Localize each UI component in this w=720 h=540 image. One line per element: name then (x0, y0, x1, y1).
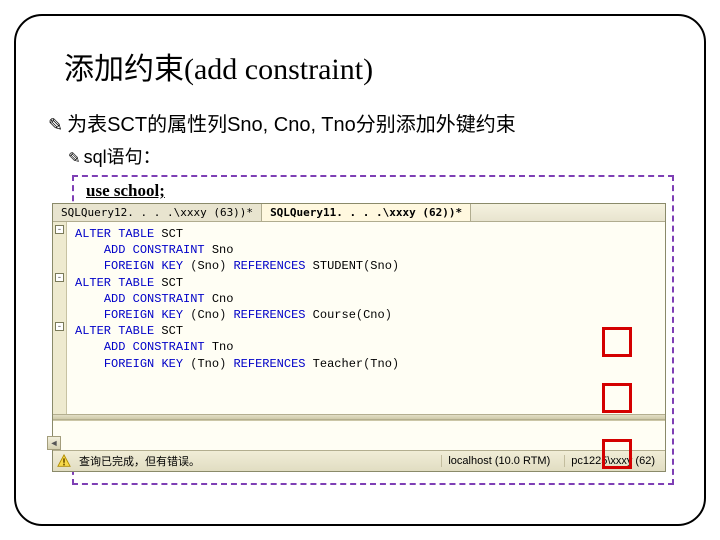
fold-icon[interactable]: - (55, 225, 64, 234)
code-editor[interactable]: - - - ALTER TABLE SCT ADD CONSTRAINT Sno… (53, 222, 665, 414)
status-host: localhost (10.0 RTM) (441, 455, 556, 467)
tab-bar: SQLQuery12. . . .\xxxy (63))* SQLQuery11… (53, 204, 665, 222)
highlight-box (602, 439, 632, 469)
code-gutter: - - - (53, 222, 67, 414)
bullet-main: ✎ 为表SCT的属性列Sno, Cno, Tno分别添加外键约束 (48, 108, 678, 137)
bullet-sub: ✎ sql语句： (68, 143, 678, 169)
status-bar: 查询已完成，但有错误。 localhost (10.0 RTM) pc1225\… (53, 450, 665, 471)
bullet-main-text: 为表SCT的属性列Sno, Cno, Tno分别添加外键约束 (67, 108, 516, 137)
tab-inactive[interactable]: SQLQuery12. . . .\xxxy (63))* (53, 204, 262, 221)
use-statement: use school; (86, 181, 666, 201)
code-region: use school; SQLQuery12. . . .\xxxy (63))… (72, 175, 674, 485)
highlight-box (602, 327, 632, 357)
slide-frame: 添加约束(add constraint) ✎ 为表SCT的属性列Sno, Cno… (14, 14, 706, 526)
fold-icon[interactable]: - (55, 322, 64, 331)
scroll-left-icon[interactable]: ◄ (47, 436, 61, 450)
sql-editor-window: SQLQuery12. . . .\xxxy (63))* SQLQuery11… (52, 203, 666, 472)
slide-title: 添加约束(add constraint) (64, 44, 678, 88)
highlight-box (602, 383, 632, 413)
bullet-marker-icon: ✎ (68, 149, 81, 167)
fold-icon[interactable]: - (55, 273, 64, 282)
status-message: 查询已完成，但有错误。 (79, 453, 200, 469)
bullet-marker-icon: ✎ (48, 115, 63, 136)
tab-active[interactable]: SQLQuery11. . . .\xxxy (62))* (262, 204, 471, 221)
code-lines: ALTER TABLE SCT ADD CONSTRAINT Sno FOREI… (75, 226, 663, 404)
bullet-sub-text: sql语句： (84, 143, 161, 169)
warning-icon (57, 454, 71, 468)
